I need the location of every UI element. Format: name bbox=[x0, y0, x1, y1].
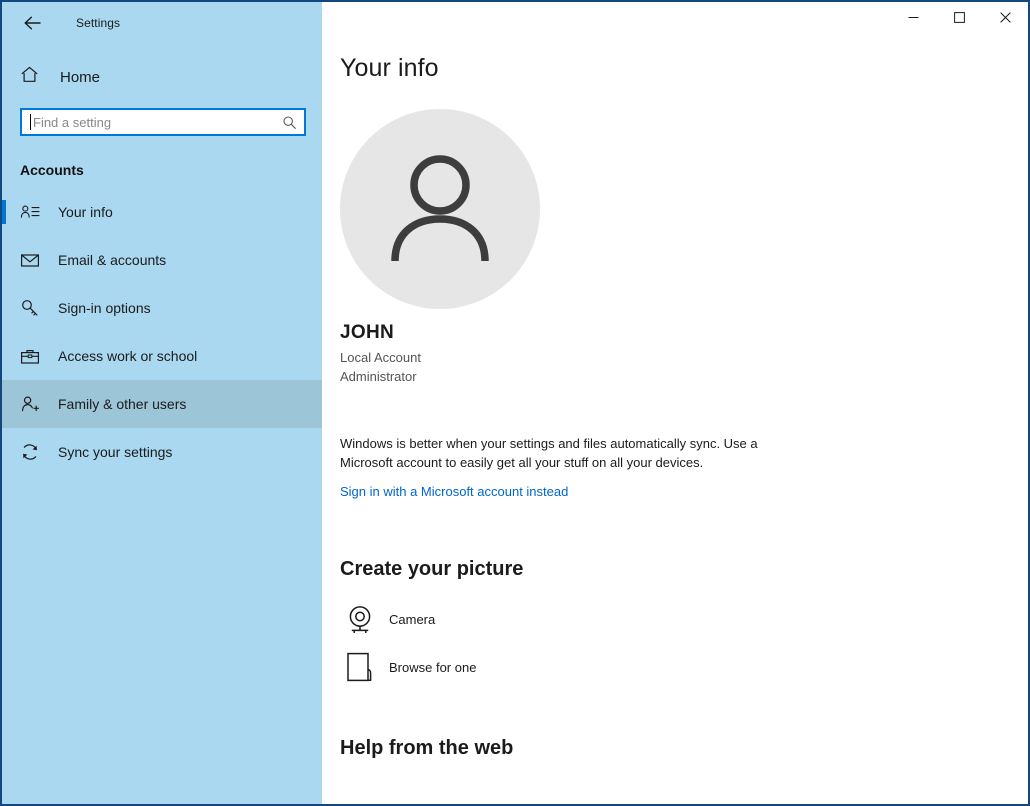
sidebar-item-sign-in-options[interactable]: Sign-in options bbox=[2, 284, 322, 332]
sidebar-section-label: Accounts bbox=[2, 162, 322, 178]
sidebar-titlebar: Settings bbox=[2, 2, 322, 44]
settings-window: Settings Home Accounts bbox=[0, 0, 1030, 806]
default-person-avatar-icon bbox=[387, 151, 493, 268]
sidebar-item-family-other-users[interactable]: Family & other users bbox=[2, 380, 322, 428]
search-box[interactable] bbox=[20, 108, 306, 136]
main-content: Your info JOHN Local Account Administrat… bbox=[322, 2, 1028, 804]
sidebar: Settings Home Accounts bbox=[2, 2, 322, 804]
sidebar-item-home[interactable]: Home bbox=[2, 58, 322, 96]
sidebar-item-your-info-label: Your info bbox=[58, 204, 113, 220]
sidebar-item-sign-in-options-label: Sign-in options bbox=[58, 300, 151, 316]
browse-option-label: Browse for one bbox=[389, 660, 476, 675]
sidebar-item-access-work-school[interactable]: Access work or school bbox=[2, 332, 322, 380]
person-card-icon bbox=[20, 202, 40, 222]
browse-option[interactable]: Browse for one bbox=[340, 643, 1028, 691]
sidebar-item-family-other-users-label: Family & other users bbox=[58, 396, 186, 412]
sidebar-item-access-work-school-label: Access work or school bbox=[58, 348, 197, 364]
envelope-icon bbox=[20, 250, 40, 270]
sidebar-item-email-accounts[interactable]: Email & accounts bbox=[2, 236, 322, 284]
page-title: Your info bbox=[340, 54, 1028, 83]
help-from-web-heading: Help from the web bbox=[340, 737, 1028, 760]
sign-in-microsoft-account-link[interactable]: Sign in with a Microsoft account instead bbox=[340, 484, 568, 499]
sidebar-item-email-accounts-label: Email & accounts bbox=[58, 252, 166, 268]
avatar bbox=[340, 109, 540, 309]
back-arrow-icon[interactable] bbox=[16, 8, 50, 38]
account-type: Local Account bbox=[340, 348, 1028, 367]
sidebar-item-home-label: Home bbox=[60, 69, 100, 86]
browse-file-icon bbox=[343, 650, 377, 684]
window-title: Settings bbox=[76, 16, 120, 30]
key-icon bbox=[20, 298, 40, 318]
sync-icon bbox=[20, 442, 40, 462]
sidebar-item-your-info[interactable]: Your info bbox=[2, 188, 322, 236]
sync-promo-text: Windows is better when your settings and… bbox=[340, 434, 792, 472]
sidebar-item-sync-your-settings-label: Sync your settings bbox=[58, 444, 172, 460]
search-input[interactable] bbox=[31, 115, 280, 130]
camera-option-label: Camera bbox=[389, 612, 435, 627]
webcam-icon bbox=[343, 602, 377, 636]
camera-option[interactable]: Camera bbox=[340, 595, 1028, 643]
window-controls bbox=[890, 2, 1028, 33]
person-add-icon bbox=[20, 394, 40, 414]
sidebar-nav: Your info Email & accounts bbox=[2, 188, 322, 476]
briefcase-icon bbox=[20, 346, 40, 366]
search-icon[interactable] bbox=[280, 113, 298, 131]
home-icon bbox=[20, 65, 39, 89]
account-role: Administrator bbox=[340, 367, 1028, 386]
create-picture-heading: Create your picture bbox=[340, 558, 1028, 581]
close-icon[interactable] bbox=[982, 2, 1028, 33]
minimize-icon[interactable] bbox=[890, 2, 936, 33]
account-name: JOHN bbox=[340, 322, 1028, 344]
maximize-icon[interactable] bbox=[936, 2, 982, 33]
sidebar-item-sync-your-settings[interactable]: Sync your settings bbox=[2, 428, 322, 476]
sync-promo-block: Windows is better when your settings and… bbox=[340, 434, 1028, 501]
